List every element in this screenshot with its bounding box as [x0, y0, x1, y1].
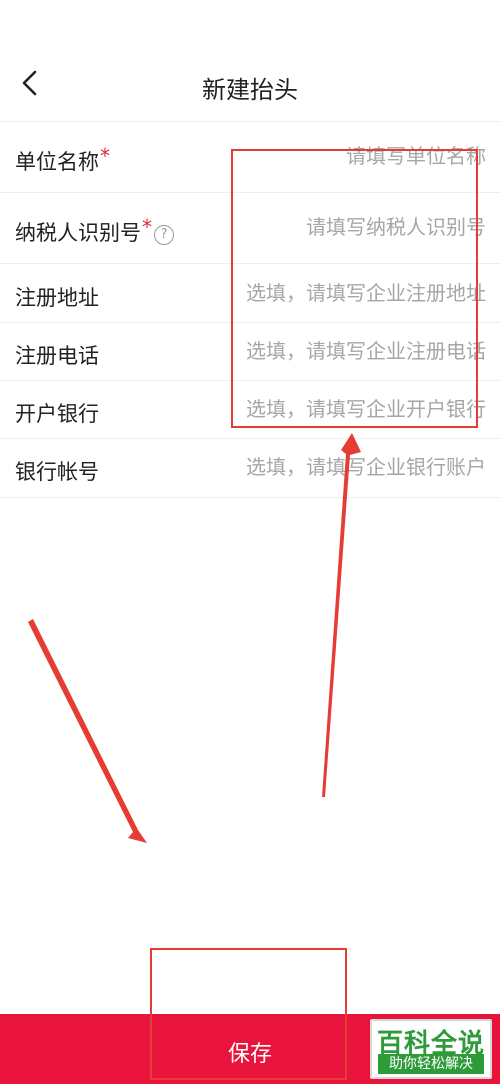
bank-name-input[interactable] [186, 397, 486, 421]
field-row-registered-phone: 注册电话 [0, 323, 500, 381]
field-label: 单位名称* [15, 144, 110, 174]
registered-address-input[interactable] [186, 281, 486, 305]
field-row-bank-name: 开户银行 [0, 381, 500, 439]
help-icon[interactable]: ? [154, 225, 174, 245]
invoice-header-form: 单位名称* 纳税人识别号*? 注册地址 注册电话 开户银行 银行帐号 [0, 122, 500, 498]
page-title: 新建抬头 [202, 76, 298, 104]
bank-account-input[interactable] [186, 455, 486, 479]
field-label: 银行帐号 [15, 460, 99, 484]
save-button[interactable]: 保存 [0, 1014, 500, 1084]
field-label: 注册地址 [15, 286, 99, 310]
field-row-taxpayer-id: 纳税人识别号*? [0, 193, 500, 264]
registered-phone-input[interactable] [186, 339, 486, 363]
field-row-registered-address: 注册地址 [0, 264, 500, 323]
field-label: 注册电话 [15, 344, 99, 368]
required-asterisk: * [100, 144, 110, 168]
save-button-label: 保存 [227, 1042, 272, 1067]
taxpayer-id-input[interactable] [186, 215, 486, 239]
company-name-input[interactable] [186, 144, 486, 168]
field-row-company-name: 单位名称* [0, 122, 500, 193]
header-bar: 新建抬头 [0, 48, 500, 122]
required-asterisk: * [142, 215, 152, 239]
field-label: 纳税人识别号*? [15, 215, 174, 247]
field-row-bank-account: 银行帐号 [0, 439, 500, 498]
field-label: 开户银行 [15, 402, 99, 426]
annotation-arrow [28, 619, 147, 843]
